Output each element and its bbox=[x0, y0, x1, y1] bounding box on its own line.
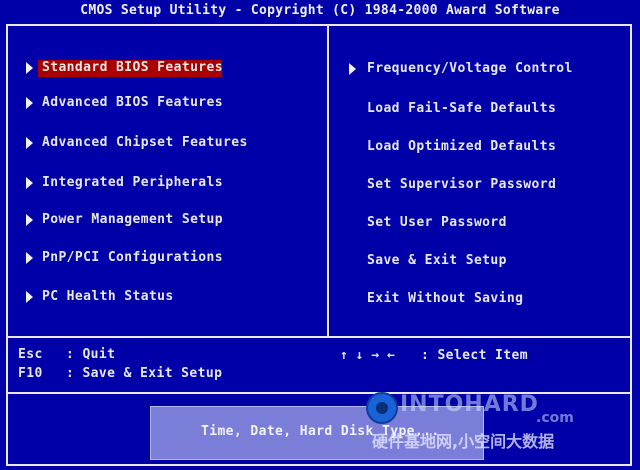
main-frame bbox=[6, 24, 632, 466]
menu-pointer-icon bbox=[26, 137, 33, 149]
divider-help bbox=[6, 336, 632, 338]
help-f10-action: : Save & Exit Setup bbox=[66, 366, 223, 381]
arrow-keys-icon: ↑ ↓ → ← bbox=[340, 348, 395, 363]
menu-item-label: Load Fail-Safe Defaults bbox=[367, 101, 557, 116]
menu-item-label: Integrated Peripherals bbox=[42, 175, 223, 190]
menu-item-label: Set Supervisor Password bbox=[367, 177, 557, 192]
menu-item-label: Load Optimized Defaults bbox=[367, 139, 557, 154]
menu-item-label: Standard BIOS Features bbox=[42, 60, 223, 75]
menu-item-label: Power Management Setup bbox=[42, 212, 223, 227]
help-esc-action: : Quit bbox=[66, 347, 116, 362]
menu-pointer-icon bbox=[26, 214, 33, 226]
menu-pointer-icon bbox=[26, 291, 33, 303]
menu-item-label: Frequency/Voltage Control bbox=[367, 61, 573, 76]
menu-item-label: PnP/PCI Configurations bbox=[42, 250, 223, 265]
menu-pointer-icon bbox=[26, 177, 33, 189]
help-select-action: : Select Item bbox=[421, 348, 528, 363]
menu-item-label: Save & Exit Setup bbox=[367, 253, 507, 268]
menu-item-label: Advanced BIOS Features bbox=[42, 95, 223, 110]
menu-item-label: Set User Password bbox=[367, 215, 507, 230]
menu-item-label: Advanced Chipset Features bbox=[42, 135, 248, 150]
menu-item-label: Exit Without Saving bbox=[367, 291, 524, 306]
menu-pointer-icon bbox=[26, 62, 33, 74]
item-description-text: Time, Date, Hard Disk Type... bbox=[201, 424, 440, 439]
menu-pointer-icon bbox=[26, 252, 33, 264]
menu-item-label: PC Health Status bbox=[42, 289, 174, 304]
help-esc-key: Esc bbox=[18, 347, 43, 362]
window-title: CMOS Setup Utility - Copyright (C) 1984-… bbox=[80, 3, 560, 18]
menu-pointer-icon bbox=[26, 97, 33, 109]
divider-status bbox=[6, 392, 632, 394]
help-f10-key: F10 bbox=[18, 366, 43, 381]
menu-pointer-icon bbox=[349, 63, 356, 75]
divider-columns bbox=[327, 24, 329, 338]
